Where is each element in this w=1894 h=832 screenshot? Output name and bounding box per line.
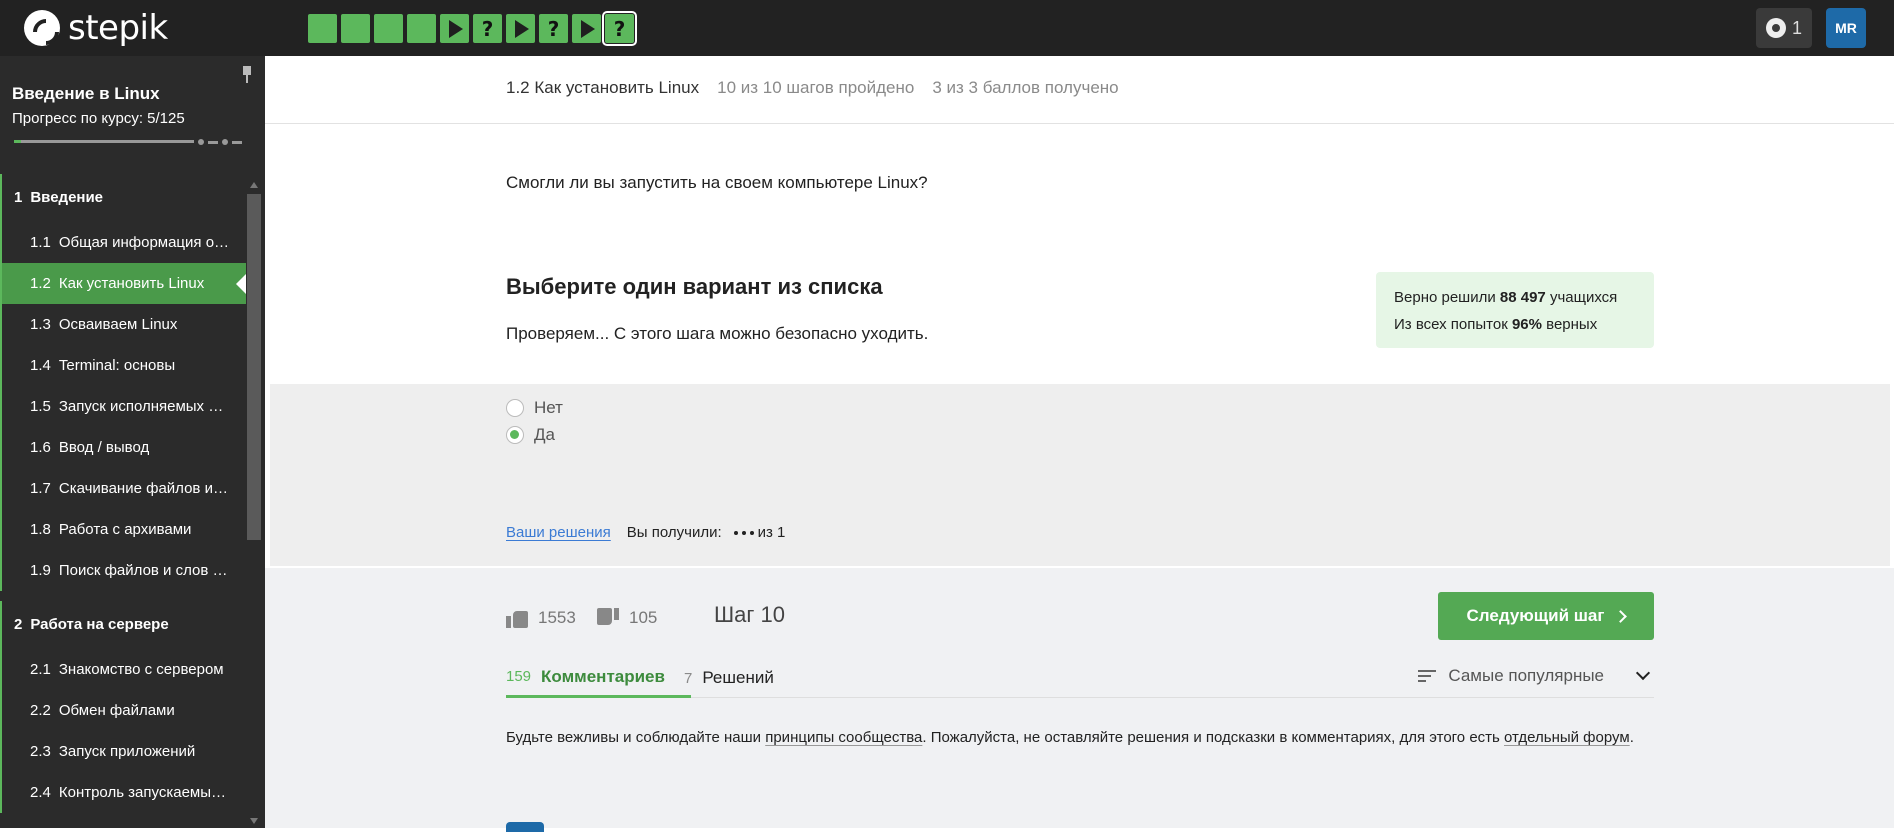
option-yes[interactable]: Да: [506, 425, 555, 445]
stepik-logo-icon: [24, 10, 60, 46]
solve-stats: Верно решили 88 497 учащихся Из всех поп…: [1376, 272, 1654, 348]
step-navigator: ???: [308, 11, 637, 46]
sidebar-item-1-1[interactable]: 1.1 Общая информация о курсе: [0, 222, 246, 263]
sidebar-item-2-4[interactable]: 2.4Контроль запускаемых программ: [0, 772, 246, 813]
award-icon: [1765, 18, 1786, 38]
lesson-bar: 1.2 Как установить Linux 10 из 10 шагов п…: [265, 56, 1894, 124]
option-no[interactable]: Нет: [506, 398, 563, 418]
sidebar-item-1-3[interactable]: 1.3 Осваиваем Linux: [0, 304, 246, 345]
top-bar: stepik ??? 1 MR: [0, 0, 1894, 56]
course-title[interactable]: Введение в Linux: [12, 84, 160, 104]
sidebar-item-1-4[interactable]: 1.4 Terminal: основы: [0, 345, 246, 386]
thumbs-up-icon: [506, 608, 528, 628]
sort-label: Самые популярные: [1448, 666, 1604, 685]
sidebar-item-2-2[interactable]: 2.2 Обмен файлами: [0, 690, 246, 731]
community-principles-link[interactable]: принципы сообщества: [765, 729, 922, 746]
sidebar-item-2-1[interactable]: 2.1 Знакомство с сервером: [0, 649, 246, 690]
sidebar-scrollbar[interactable]: [247, 182, 261, 828]
step-2-text[interactable]: [341, 14, 370, 43]
thumbs-down-icon: [597, 608, 619, 628]
sidebar-item-1-9[interactable]: 1.9Поиск файлов и слов в файлах: [0, 550, 246, 591]
step-1-text[interactable]: [308, 14, 337, 43]
step-5-video[interactable]: [440, 14, 469, 43]
step-content: 1.2 Как установить Linux 10 из 10 шагов п…: [265, 56, 1894, 832]
like-count: 1553: [538, 608, 576, 627]
sidebar-item-1-6[interactable]: 1.6 Ввод / вывод: [0, 427, 246, 468]
awards-button[interactable]: 1: [1755, 8, 1812, 48]
score-hidden-dots: [733, 530, 754, 535]
step-8-quiz[interactable]: ?: [539, 14, 568, 43]
step-question: Смогли ли вы запустить на своем компьюте…: [506, 173, 928, 192]
quiz-title: Выберите один вариант из списка: [506, 274, 883, 299]
play-icon: [515, 19, 529, 38]
sidebar-item-1-8[interactable]: 1.8 Работа с архивами: [0, 509, 246, 550]
step-6-quiz[interactable]: ?: [473, 14, 502, 43]
award-count: 1: [1791, 17, 1802, 38]
comments-count: 159: [506, 668, 532, 685]
progress-bar: [14, 139, 250, 145]
step-9-video[interactable]: [572, 14, 601, 43]
like-button[interactable]: 1553: [506, 608, 576, 628]
logo-text: stepik: [68, 8, 168, 48]
step-number: Шаг 10: [714, 602, 786, 627]
option-label: Да: [534, 425, 555, 444]
next-step-button[interactable]: Следующий шаг: [1438, 592, 1654, 640]
stepik-logo[interactable]: stepik: [24, 10, 168, 46]
scrollbar-thumb[interactable]: [247, 194, 261, 540]
tab-label: Комментариев: [541, 666, 665, 686]
step-10-quiz[interactable]: ?: [602, 11, 637, 46]
user-avatar[interactable]: MR: [1826, 8, 1866, 48]
score-label: Вы получили:: [626, 524, 722, 541]
radio-button[interactable]: [506, 426, 524, 444]
chevron-down-icon: [1635, 665, 1651, 681]
play-icon: [581, 19, 595, 38]
tab-label: Решений: [702, 668, 774, 687]
scroll-down-icon[interactable]: [250, 818, 258, 824]
step-7-video[interactable]: [506, 14, 535, 43]
lesson-title: 1.2 Как установить Linux: [506, 78, 700, 97]
forum-link[interactable]: отдельный форум: [1504, 729, 1630, 746]
discussion-tabs: 159 Комментариев 7 Решений Самые популяр…: [506, 658, 1654, 698]
scroll-up-icon[interactable]: [250, 182, 258, 188]
your-solutions-link[interactable]: Ваши решения: [506, 524, 611, 541]
dislike-count: 105: [629, 608, 658, 627]
sidebar-item-1-5[interactable]: 1.5 Запуск исполняемых файлов: [0, 386, 246, 427]
step-4-text[interactable]: [407, 14, 436, 43]
score-suffix: из 1: [757, 524, 786, 541]
tab-solutions[interactable]: 7 Решений: [684, 658, 774, 698]
progress-label: Прогресс по курсу:: [12, 110, 143, 127]
course-sidebar: Введение в Linux Прогресс по курсу: 5/12…: [0, 56, 265, 828]
comment-avatar: [506, 822, 544, 832]
next-step-label: Следующий шаг: [1466, 606, 1605, 625]
course-progress: Прогресс по курсу: 5/125: [12, 110, 185, 127]
sort-dropdown[interactable]: Самые популярные: [1418, 665, 1654, 686]
progress-bar-fill: [14, 140, 22, 143]
sidebar-item-2-3[interactable]: 2.3 Запуск приложений: [0, 731, 246, 772]
option-label: Нет: [534, 398, 563, 417]
solved-count: 88 497: [1499, 289, 1546, 306]
quiz-feedback: Проверяем... С этого шага можно безопасн…: [506, 324, 929, 343]
radio-button[interactable]: [506, 399, 524, 417]
step-3-text[interactable]: [374, 14, 403, 43]
step-footer: 1553 105 Шаг 10 Следующий шаг 159 Коммен…: [265, 568, 1894, 832]
dislike-button[interactable]: 105: [597, 608, 657, 628]
quiz-options: Нет Да Ваши решения Вы получили: из 1: [270, 384, 1890, 566]
points-received: 3 из 3 баллов получено: [932, 78, 1119, 97]
play-icon: [449, 19, 463, 38]
sidebar-item-1-7[interactable]: 1.7Скачивание файлов из интернета: [0, 468, 246, 509]
tab-comments[interactable]: 159 Комментариев: [506, 658, 691, 698]
community-notice: Будьте вежливы и соблюдайте наши принцип…: [506, 729, 1634, 746]
solutions-count: 7: [684, 669, 693, 687]
pin-icon[interactable]: [241, 66, 253, 84]
sidebar-section-1[interactable]: 1 Введение: [0, 174, 246, 222]
sort-icon: [1418, 670, 1437, 682]
success-rate: 96%: [1511, 316, 1542, 333]
progress-value: 5/125: [147, 110, 185, 127]
sidebar-item-1-2[interactable]: 1.2 Как установить Linux: [0, 263, 246, 304]
chevron-right-icon: [1614, 609, 1628, 623]
sidebar-section-2[interactable]: 2 Работа на сервере: [0, 601, 246, 649]
steps-done: 10 из 10 шагов пройдено: [717, 78, 915, 97]
lesson-nav: 1 Введение 1.1 Общая информация о курсе 1.2 К…: [0, 174, 246, 813]
